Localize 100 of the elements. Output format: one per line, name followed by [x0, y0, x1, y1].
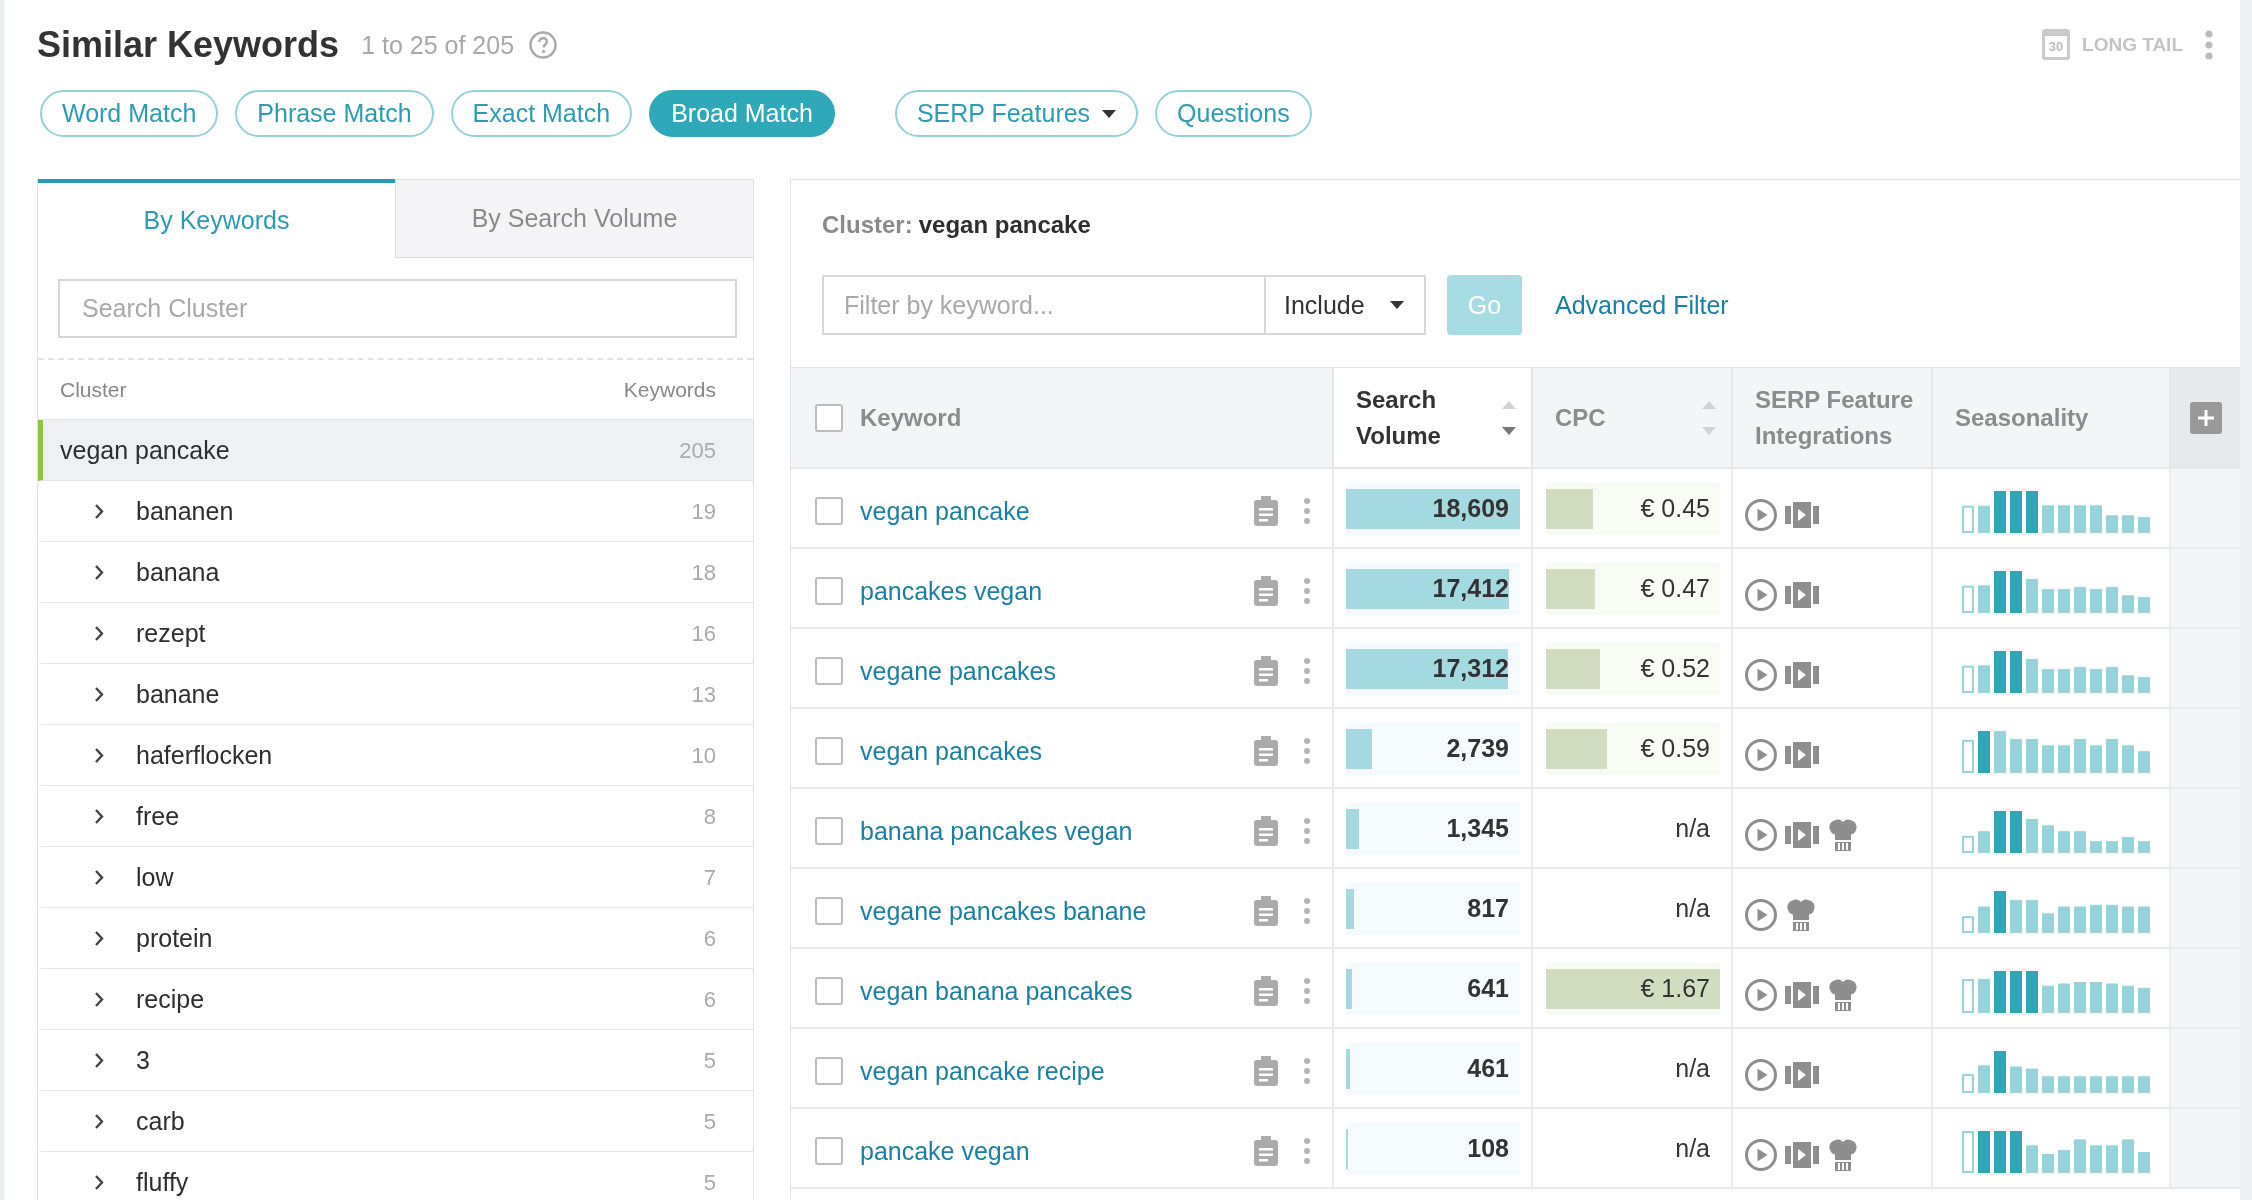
clipboard-icon[interactable]: [1254, 656, 1278, 686]
more-icon[interactable]: [2205, 29, 2213, 60]
more-icon[interactable]: [1304, 818, 1310, 844]
chevron-icon[interactable]: [94, 1051, 104, 1069]
more-icon[interactable]: [1304, 498, 1310, 524]
checkbox[interactable]: [815, 977, 843, 1005]
keyword-count: 13: [691, 681, 716, 707]
keyword-link[interactable]: vegane pancakes banane: [860, 896, 1147, 926]
clipboard-icon[interactable]: [1254, 576, 1278, 606]
more-icon[interactable]: [1304, 658, 1310, 684]
plus-icon: [2197, 409, 2214, 426]
filter-field[interactable]: Filter by keyword...: [822, 275, 1264, 335]
keyword-link[interactable]: vegan pancakes: [860, 736, 1043, 766]
checkbox[interactable]: [815, 737, 843, 765]
more-icon[interactable]: [1304, 978, 1310, 1004]
keyword-link[interactable]: vegan pancake: [860, 496, 1030, 526]
checkbox[interactable]: [815, 897, 843, 925]
keyword-count: 8: [703, 803, 716, 829]
filter-dropdown[interactable]: SERP Features: [894, 90, 1139, 137]
add-column-button[interactable]: [2189, 401, 2222, 434]
checkbox[interactable]: [815, 817, 843, 845]
search-volume: 17,412: [1432, 573, 1509, 603]
chef-hat-icon: [1827, 1139, 1859, 1171]
clipboard-icon[interactable]: [1254, 736, 1278, 766]
more-icon[interactable]: [1304, 1058, 1310, 1084]
chevron-icon[interactable]: [94, 685, 104, 703]
more-icon[interactable]: [1304, 738, 1310, 764]
search-volume: 1,345: [1446, 813, 1509, 843]
caret-icon: [1102, 109, 1117, 118]
cluster-name: protein: [136, 924, 213, 952]
clipboard-icon[interactable]: [1254, 496, 1278, 526]
cpc-value: € 0.47: [1640, 573, 1710, 603]
advanced-filter-link[interactable]: Advanced Filter: [1555, 290, 1729, 320]
column-header: Cluster: [60, 377, 127, 402]
keyword-link[interactable]: banana pancakes vegan: [860, 816, 1133, 846]
more-icon[interactable]: [1304, 898, 1310, 924]
film-icon: [1785, 1062, 1819, 1088]
clipboard-icon[interactable]: [1254, 976, 1278, 1006]
cluster-name: free: [136, 802, 180, 830]
chevron-icon[interactable]: [94, 868, 104, 886]
keyword-count: 18: [691, 559, 716, 585]
match-type-button[interactable]: Phrase Match: [235, 90, 434, 137]
cpc-value: € 1.67: [1640, 973, 1710, 1003]
checkbox[interactable]: [815, 1057, 843, 1085]
keyword-count: 10: [691, 742, 716, 768]
column-header[interactable]: CPC: [1555, 399, 1606, 436]
column-header: SERP Feature Integrations: [1755, 384, 1915, 451]
keyword-link[interactable]: vegane pancakes: [860, 656, 1056, 686]
match-type-button[interactable]: Broad Match: [649, 90, 835, 137]
column-header: Keywords: [623, 377, 716, 402]
film-icon: [1785, 662, 1819, 688]
result-count: 1 to 25 of 205: [361, 30, 515, 60]
more-icon[interactable]: [1304, 1138, 1310, 1164]
chevron-icon[interactable]: [94, 929, 104, 947]
clipboard-icon[interactable]: [1254, 1136, 1278, 1166]
keyword-link[interactable]: pancakes vegan: [860, 576, 1043, 606]
chevron-icon[interactable]: [94, 502, 104, 520]
match-type-button[interactable]: Word Match: [40, 90, 219, 137]
film-icon: [1785, 982, 1819, 1008]
cluster-name: vegan pancake: [60, 436, 230, 464]
chef-hat-icon: [1785, 899, 1817, 931]
keyword-link[interactable]: pancake vegan: [860, 1136, 1030, 1166]
more-icon[interactable]: [1304, 578, 1310, 604]
keyword-count: 5: [703, 1047, 716, 1073]
play-circle-icon: [1745, 899, 1777, 931]
chevron-icon[interactable]: [94, 563, 104, 581]
chevron-icon[interactable]: [94, 990, 104, 1008]
keyword-link[interactable]: vegan pancake recipe: [860, 1056, 1105, 1086]
chevron-icon[interactable]: [94, 807, 104, 825]
cluster-name: banana: [136, 558, 220, 586]
search-volume: 108: [1467, 1133, 1509, 1163]
film-icon: [1785, 742, 1819, 768]
clipboard-icon[interactable]: [1254, 896, 1278, 926]
filter-button[interactable]: Questions: [1155, 90, 1312, 137]
sort-icon[interactable]: [1502, 400, 1516, 435]
cluster-row[interactable]: vegan pancake 205: [38, 420, 753, 481]
clipboard-icon[interactable]: [1254, 1056, 1278, 1086]
cluster-name: fluffy: [136, 1168, 189, 1196]
clipboard-icon[interactable]: [1254, 816, 1278, 846]
checkbox[interactable]: [815, 497, 843, 525]
checkbox[interactable]: [815, 403, 843, 432]
chevron-icon[interactable]: [94, 1112, 104, 1130]
help-icon[interactable]: [529, 31, 558, 59]
checkbox[interactable]: [815, 657, 843, 685]
tab[interactable]: By Search Volume: [395, 179, 753, 258]
chevron-icon[interactable]: [94, 746, 104, 764]
search-volume: 18,609: [1432, 493, 1509, 523]
column-header[interactable]: Search Volume: [1356, 381, 1485, 454]
chevron-icon[interactable]: [94, 1173, 104, 1191]
chevron-icon[interactable]: [94, 624, 104, 642]
match-type-button[interactable]: Exact Match: [450, 90, 633, 137]
keyword-link[interactable]: vegan banana pancakes: [860, 976, 1133, 1006]
checkbox[interactable]: [815, 1137, 843, 1165]
chef-hat-icon: [1827, 819, 1859, 851]
search-field[interactable]: Search Cluster: [58, 279, 737, 338]
include-dropdown[interactable]: Include: [1264, 275, 1426, 335]
checkbox[interactable]: [815, 577, 843, 605]
keyword-count: 5: [703, 1169, 716, 1195]
keyword-count: 6: [703, 986, 716, 1012]
play-circle-icon: [1745, 1059, 1777, 1091]
